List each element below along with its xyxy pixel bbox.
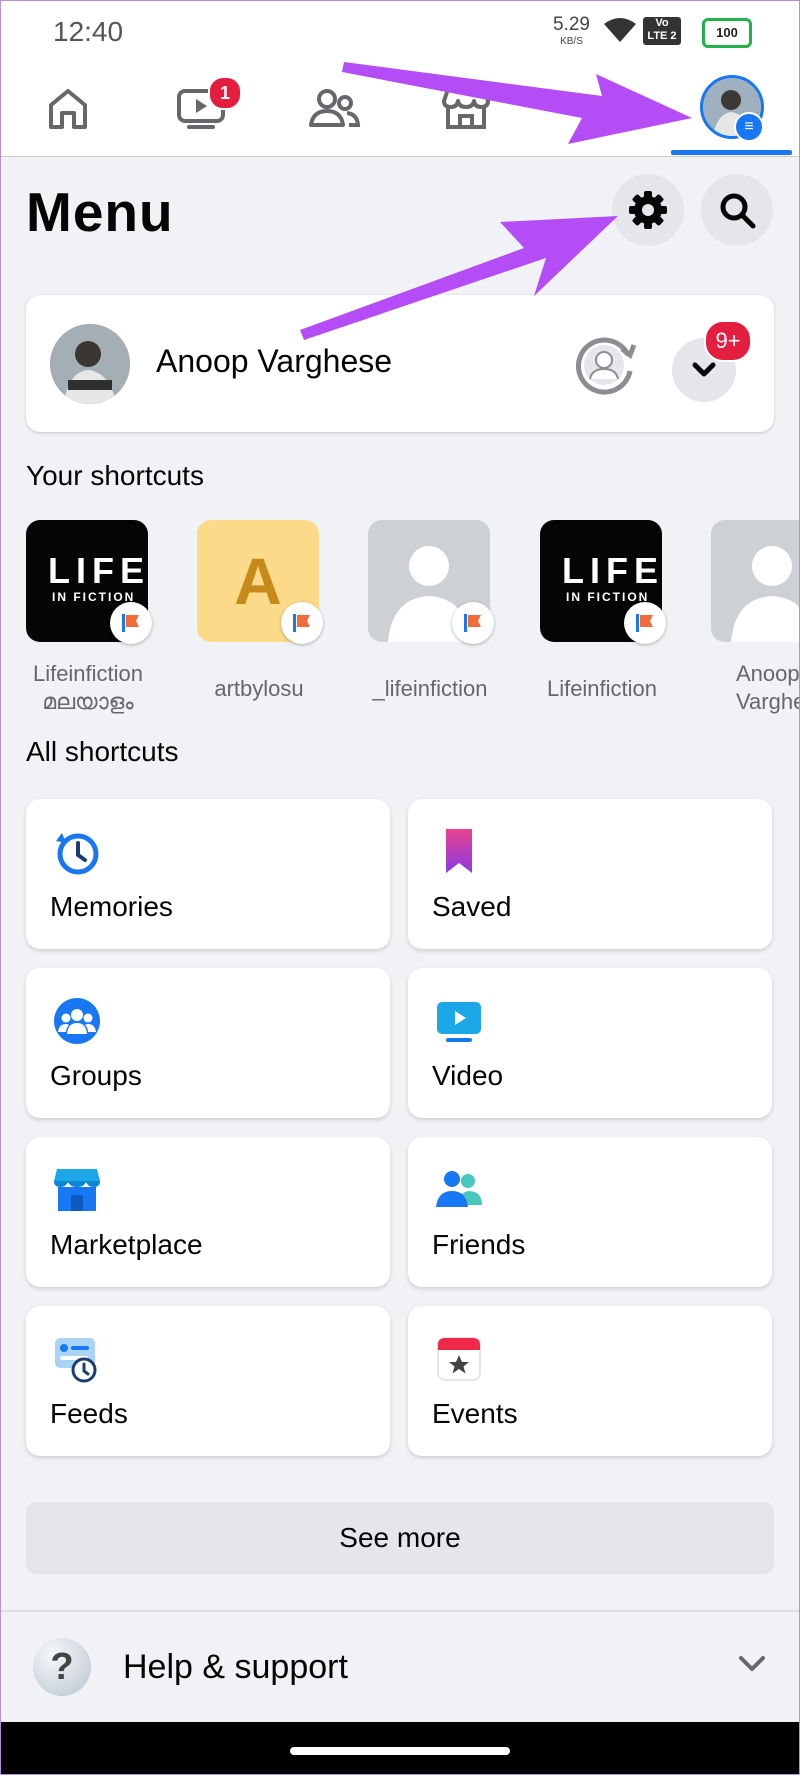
page-flag-icon xyxy=(624,602,666,644)
shortcut-label: Anoop Varghe xyxy=(736,661,800,714)
annotation-arrow-settings xyxy=(300,216,618,340)
tile-friends[interactable]: Friends xyxy=(408,1137,772,1287)
help-support-label: Help & support xyxy=(123,1648,348,1686)
chevron-down-icon xyxy=(739,1656,765,1671)
page-flag-icon xyxy=(110,602,152,644)
tile-feeds[interactable]: Feeds xyxy=(26,1306,390,1456)
tile-label: Memories xyxy=(50,891,173,922)
tile-memories[interactable]: Memories xyxy=(26,799,390,949)
tile-marketplace[interactable]: Marketplace xyxy=(26,1137,390,1287)
store-icon xyxy=(54,1169,100,1211)
tile-groups[interactable]: Groups xyxy=(26,968,390,1118)
annotation-arrows xyxy=(300,62,692,340)
tile-label: Video xyxy=(432,1060,504,1091)
bookmark-icon xyxy=(446,829,472,873)
tile-label: Feeds xyxy=(50,1398,128,1429)
see-more-button[interactable]: See more xyxy=(26,1502,774,1574)
tile-events[interactable]: Events xyxy=(408,1306,772,1456)
shortcut-label: artbylosu xyxy=(214,676,304,701)
tile-label: Marketplace xyxy=(50,1229,203,1260)
shortcut-label: Lifeinfiction xyxy=(546,676,658,701)
video-icon xyxy=(437,1002,481,1042)
tile-label: Events xyxy=(432,1398,518,1429)
friends-icon xyxy=(436,1171,482,1207)
shortcut-label: Lifeinfiction മലയാളം xyxy=(32,661,144,714)
page-flag-icon xyxy=(452,602,494,644)
all-shortcuts-title: All shortcuts xyxy=(26,736,179,767)
shortcut-label: _lifeinfiction xyxy=(372,676,488,701)
help-support-row[interactable]: ? Help & support xyxy=(0,1612,800,1722)
tile-video[interactable]: Video xyxy=(408,968,772,1118)
tile-label: Saved xyxy=(432,891,512,922)
feeds-icon xyxy=(55,1338,97,1383)
help-icon: ? xyxy=(33,1638,91,1696)
tile-label: Friends xyxy=(432,1229,526,1260)
calendar-star-icon xyxy=(437,1337,481,1381)
groups-icon xyxy=(54,998,100,1044)
annotation-arrow-profile xyxy=(342,62,692,144)
tile-label: Groups xyxy=(50,1060,142,1091)
page-flag-icon xyxy=(281,602,323,644)
system-gesture-bar xyxy=(0,1722,800,1775)
home-gesture-handle[interactable] xyxy=(290,1747,510,1755)
tile-saved[interactable]: Saved xyxy=(408,799,772,949)
clock-history-icon xyxy=(56,833,99,875)
